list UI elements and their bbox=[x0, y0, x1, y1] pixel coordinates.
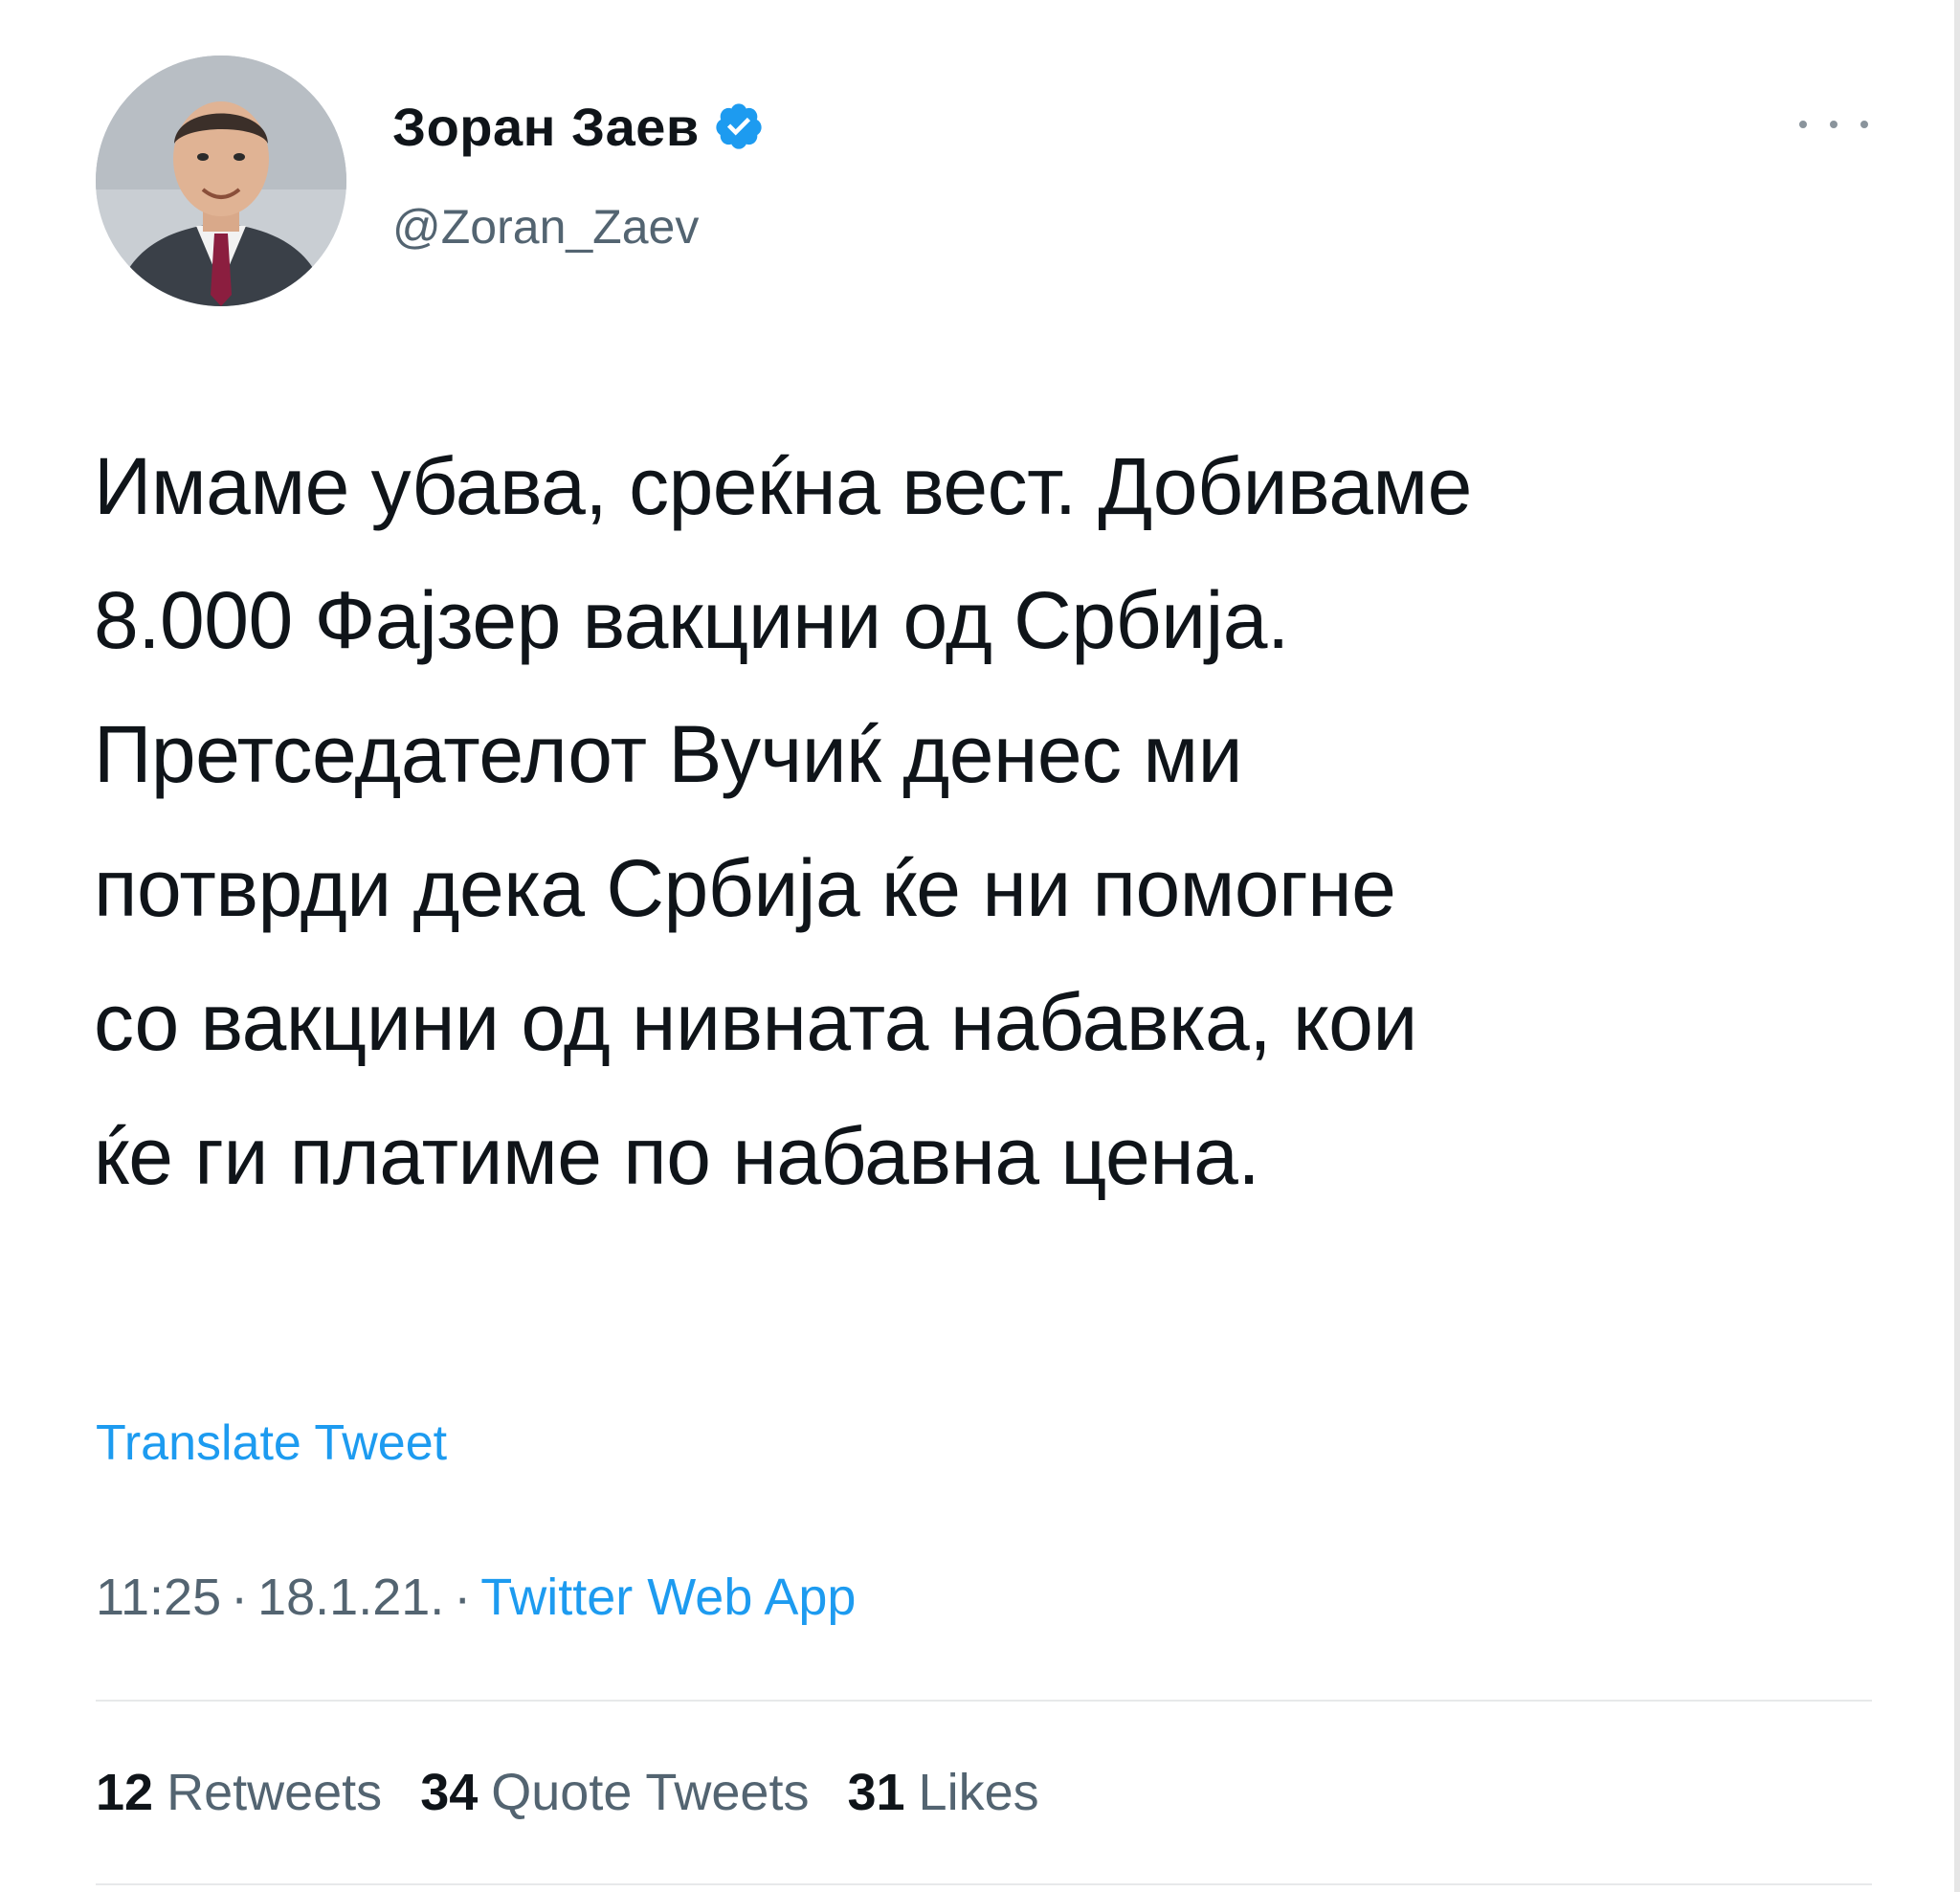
tweet-card: Зоран Заев @Zoran_Zaev Имаме убава, среќ… bbox=[0, 0, 1960, 1892]
tweet-time[interactable]: 11:25 bbox=[96, 1569, 221, 1626]
divider bbox=[96, 1883, 1872, 1885]
author-handle[interactable]: @Zoran_Zaev bbox=[392, 199, 699, 255]
more-dot bbox=[1830, 121, 1838, 128]
avatar[interactable] bbox=[96, 56, 346, 306]
tweet-metadata: 11:25 · 18.1.21. · Twitter Web App bbox=[96, 1568, 856, 1627]
author-display-name[interactable]: Зоран Заев bbox=[392, 96, 700, 158]
tweet-text: Имаме убава, среќна вест. Добиваме 8.000… bbox=[94, 441, 1472, 1201]
more-dot bbox=[1860, 121, 1868, 128]
quote-tweets-stat[interactable]: 34 Quote Tweets bbox=[420, 1763, 809, 1822]
more-dot bbox=[1799, 121, 1807, 128]
more-options-icon[interactable] bbox=[1799, 115, 1868, 134]
author-name-row[interactable]: Зоран Заев bbox=[392, 96, 765, 157]
likes-count: 31 bbox=[847, 1764, 905, 1821]
retweets-label: Retweets bbox=[167, 1764, 383, 1821]
meta-separator: · bbox=[454, 1569, 472, 1626]
page-edge bbox=[1954, 0, 1960, 1892]
retweets-stat[interactable]: 12 Retweets bbox=[96, 1763, 382, 1822]
quote-tweets-label: Quote Tweets bbox=[491, 1764, 810, 1821]
tweet-date[interactable]: 18.1.21. bbox=[257, 1569, 444, 1626]
translate-tweet-link[interactable]: Translate Tweet bbox=[96, 1414, 447, 1472]
tweet-source-link[interactable]: Twitter Web App bbox=[480, 1569, 856, 1626]
divider bbox=[96, 1700, 1872, 1702]
likes-stat[interactable]: 31 Likes bbox=[847, 1763, 1038, 1822]
likes-label: Likes bbox=[918, 1764, 1039, 1821]
retweets-count: 12 bbox=[96, 1764, 154, 1821]
meta-separator: · bbox=[231, 1569, 249, 1626]
quote-tweets-count: 34 bbox=[420, 1764, 479, 1821]
verified-badge-icon bbox=[713, 100, 765, 152]
avatar-photo bbox=[96, 56, 346, 306]
tweet-stats: 12 Retweets 34 Quote Tweets 31 Likes bbox=[96, 1763, 1078, 1822]
